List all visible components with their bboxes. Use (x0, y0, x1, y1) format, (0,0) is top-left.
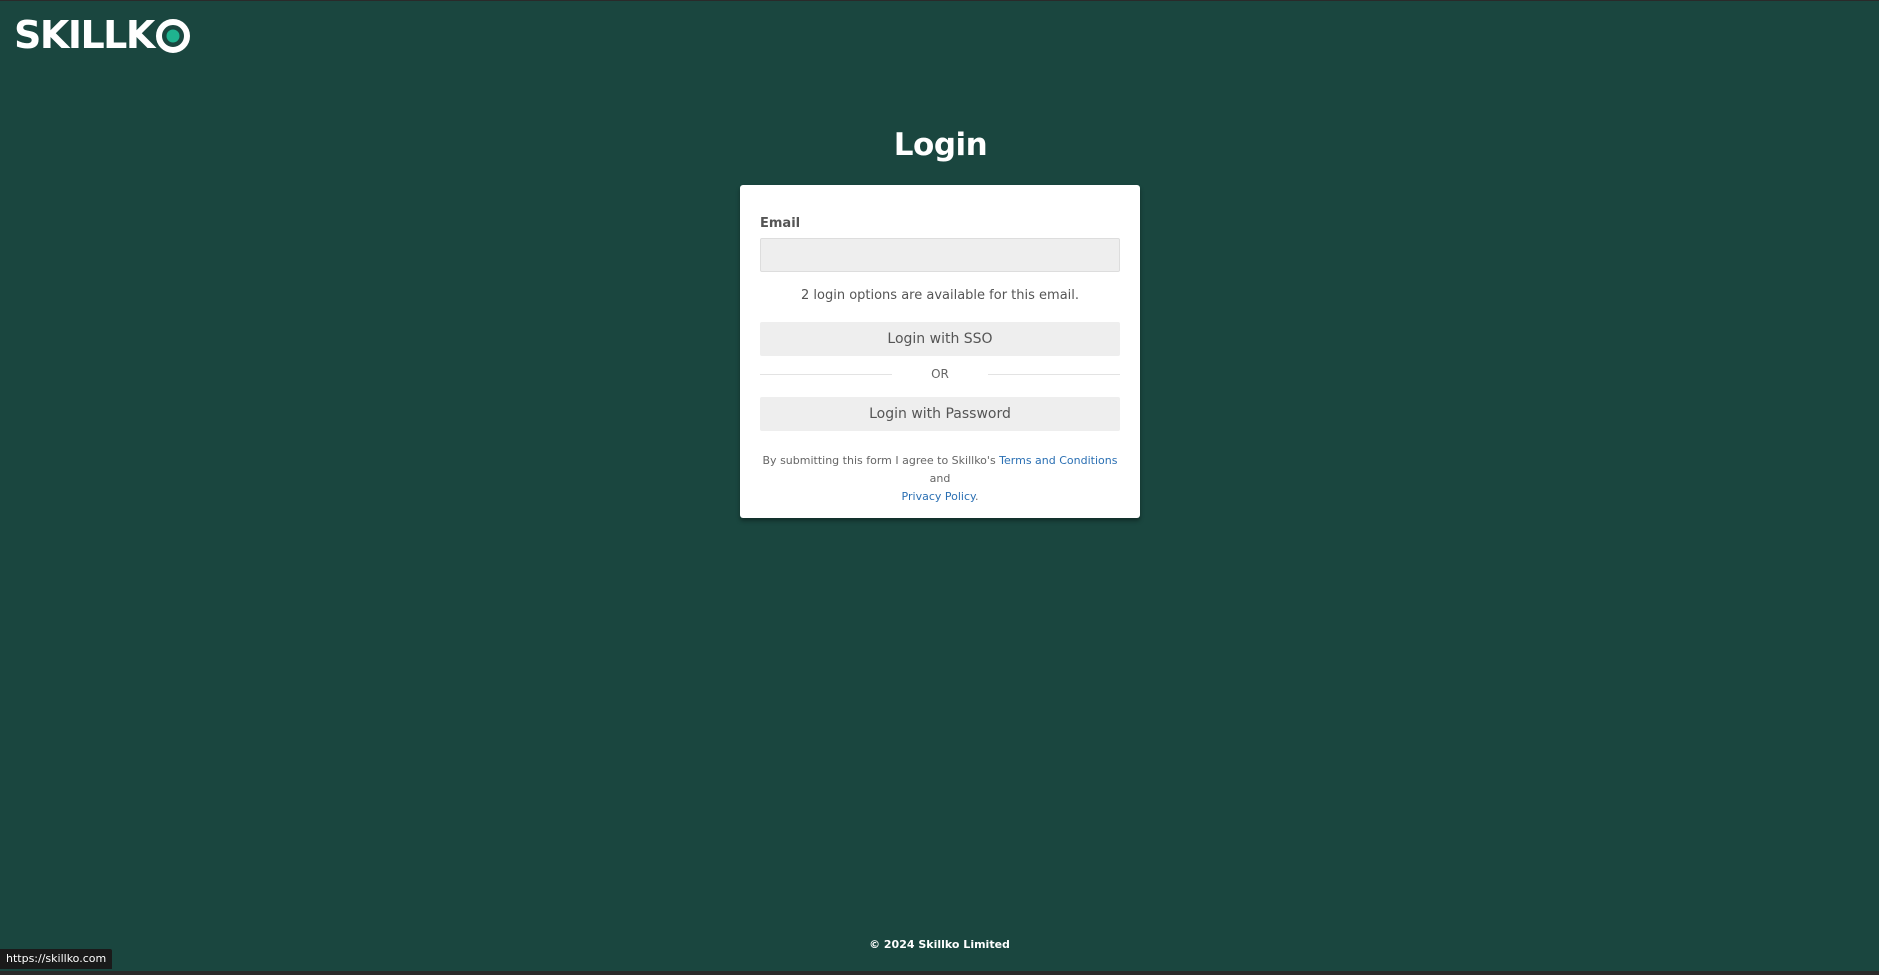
divider-line-right (988, 373, 1120, 375)
login-options-hint: 2 login options are available for this e… (800, 288, 1080, 303)
email-input[interactable] (760, 238, 1120, 272)
legal-suffix: . (974, 490, 979, 503)
login-with-password-button[interactable]: Login with Password (760, 397, 1120, 431)
login-page: SKILLK Login Email 2 login options are a… (0, 0, 1879, 975)
status-bar-url: https://skillko.com (0, 949, 113, 969)
footer-copyright: © 2024 Skillko Limited (869, 938, 1010, 951)
logo-circle-icon (155, 19, 190, 53)
or-divider: OR (760, 366, 1120, 382)
bottom-bar (0, 971, 1879, 975)
login-card: Email 2 login options are available for … (740, 185, 1140, 518)
privacy-policy-link[interactable]: Privacy Policy (902, 490, 975, 503)
legal-prefix: By submitting this form I agree to Skill… (762, 454, 1000, 467)
divider-line-left (760, 373, 892, 375)
legal-notice: By submitting this form I agree to Skill… (760, 452, 1120, 506)
logo-text: SKILLK (14, 13, 155, 57)
legal-middle: and (929, 472, 951, 485)
skillko-logo[interactable]: SKILLK (14, 15, 190, 55)
divider-label: OR (931, 367, 949, 381)
page-title: Login (893, 127, 988, 163)
email-label: Email (760, 216, 801, 231)
login-with-sso-button[interactable]: Login with SSO (760, 322, 1120, 356)
terms-and-conditions-link[interactable]: Terms and Conditions (999, 454, 1117, 467)
